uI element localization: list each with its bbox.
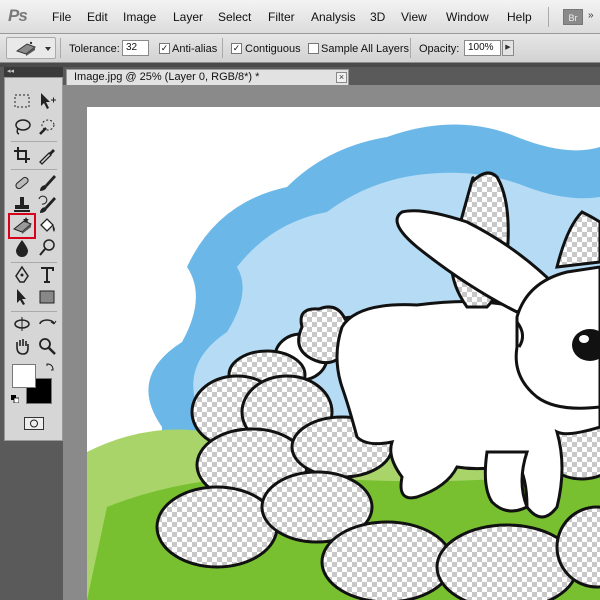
antialias-label: Anti-alias	[172, 43, 218, 55]
magic-eraser-tool-icon[interactable]	[8, 213, 36, 239]
options-separator	[60, 38, 61, 58]
default-colors-icon[interactable]	[11, 394, 20, 404]
foreground-color-swatch[interactable]	[12, 364, 36, 388]
toolbox-separator	[11, 141, 57, 142]
options-bar: Tolerance: 32 ✓ Anti-alias ✓ Contiguous …	[0, 34, 600, 63]
quick-selection-tool-icon[interactable]	[36, 116, 58, 138]
menu-bar: Ps File Edit Image Layer Select Filter A…	[0, 0, 600, 34]
photoshop-logo: Ps	[8, 6, 28, 25]
document-tab[interactable]: Image.jpg @ 25% (Layer 0, RGB/8*) * ×	[66, 69, 349, 85]
menu-edit[interactable]: Edit	[87, 10, 108, 24]
menu-select[interactable]: Select	[218, 10, 251, 24]
spot-healing-brush-tool-icon[interactable]	[11, 172, 33, 194]
menu-analysis[interactable]: Analysis	[311, 10, 356, 24]
rabbit-eye-highlight	[579, 335, 589, 343]
toolbox-separator	[11, 262, 57, 263]
tolerance-input[interactable]: 32	[122, 40, 149, 56]
menu-window[interactable]: Window	[446, 10, 489, 24]
close-icon[interactable]: ×	[336, 72, 347, 83]
menu-separator	[548, 7, 549, 27]
eyedropper-tool-icon[interactable]	[36, 144, 58, 166]
contiguous-checkbox[interactable]: ✓	[231, 43, 242, 54]
history-brush-tool-icon[interactable]	[36, 194, 58, 216]
blur-tool-icon[interactable]	[11, 237, 33, 259]
quick-mask-button[interactable]	[24, 417, 44, 430]
opacity-input[interactable]: 100%	[464, 40, 501, 56]
canvas-artwork	[87, 107, 600, 600]
antialias-checkbox[interactable]: ✓	[159, 43, 170, 54]
sample-all-layers-checkbox[interactable]	[308, 43, 319, 54]
sample-all-layers-label: Sample All Layers	[321, 43, 410, 55]
menu-image[interactable]: Image	[123, 10, 156, 24]
dodge-tool-icon[interactable]	[36, 237, 58, 259]
menu-file[interactable]: File	[52, 10, 71, 24]
hand-tool-icon[interactable]	[11, 335, 33, 357]
document-canvas[interactable]	[87, 107, 600, 600]
pen-tool-icon[interactable]	[11, 264, 33, 286]
opacity-label: Opacity:	[419, 43, 460, 55]
egg	[435, 523, 579, 600]
bridge-button[interactable]: Br	[563, 9, 583, 25]
collapse-panel-icon[interactable]: ◂◂	[7, 67, 14, 77]
crop-tool-icon[interactable]	[11, 144, 33, 166]
rectangle-tool-icon[interactable]	[36, 286, 58, 308]
3d-rotate-tool-icon[interactable]	[11, 313, 33, 335]
egg	[155, 485, 279, 569]
3d-orbit-tool-icon[interactable]	[36, 313, 58, 335]
tolerance-label: Tolerance:	[69, 43, 120, 55]
rabbit-leg	[483, 450, 530, 513]
zoom-tool-icon[interactable]	[36, 335, 58, 357]
brush-tool-icon[interactable]	[36, 172, 58, 194]
paint-bucket-tool-icon[interactable]	[36, 215, 58, 237]
move-tool-icon[interactable]	[36, 90, 58, 112]
clone-stamp-tool-icon[interactable]	[11, 194, 33, 216]
toolbox	[4, 77, 63, 441]
menu-3d[interactable]: 3D	[370, 10, 385, 24]
menu-view[interactable]: View	[401, 10, 427, 24]
opacity-slider-arrow-icon[interactable]: ▶	[502, 40, 514, 56]
chevron-right-icon[interactable]: »	[588, 10, 596, 24]
path-selection-tool-icon[interactable]	[11, 286, 33, 308]
tool-preset-picker[interactable]	[6, 37, 56, 59]
document-tab-title: Image.jpg @ 25% (Layer 0, RGB/8*) *	[74, 71, 260, 83]
lasso-tool-icon[interactable]	[11, 116, 33, 138]
egg	[320, 520, 454, 600]
document-tab-bar: Image.jpg @ 25% (Layer 0, RGB/8*) * ×	[63, 67, 600, 85]
swap-colors-icon[interactable]	[45, 362, 55, 372]
toolbox-separator	[11, 169, 57, 170]
options-separator	[410, 38, 411, 58]
menu-layer[interactable]: Layer	[173, 10, 203, 24]
type-tool-icon[interactable]	[36, 264, 58, 286]
menu-help[interactable]: Help	[507, 10, 532, 24]
contiguous-label: Contiguous	[245, 43, 301, 55]
magic-eraser-icon	[15, 41, 51, 56]
toolbox-separator	[11, 311, 57, 312]
rectangular-marquee-tool-icon[interactable]	[11, 90, 33, 112]
menu-filter[interactable]: Filter	[268, 10, 295, 24]
options-separator	[222, 38, 223, 58]
